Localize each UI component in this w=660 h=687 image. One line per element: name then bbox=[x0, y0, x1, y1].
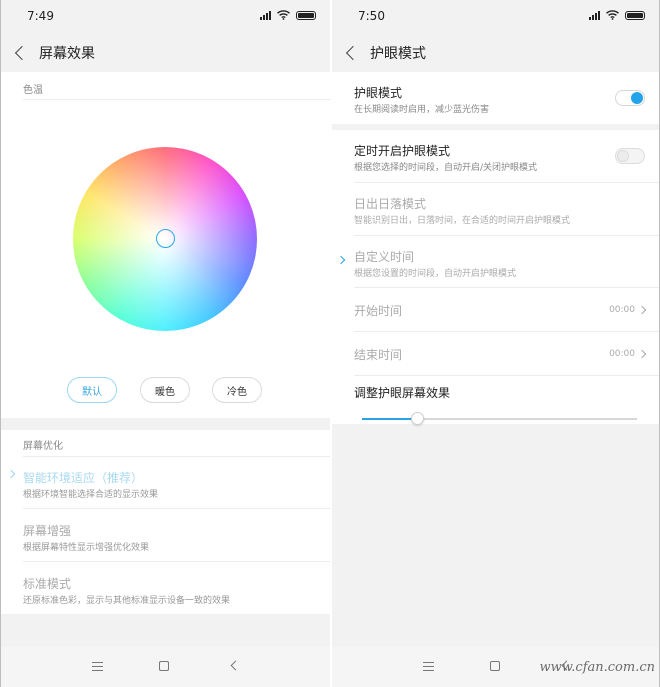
schedule-title: 定时开启护眼模式 bbox=[354, 144, 451, 158]
option-title: 屏幕增强 bbox=[23, 524, 72, 538]
page-header: 护眼模式 bbox=[332, 34, 659, 72]
schedule-card: 定时开启护眼模式 根据您选择的时间段，自动开启/关闭护眼模式 日出日落模式 智能… bbox=[332, 130, 659, 425]
schedule-subtitle: 根据您选择的时间段，自动开启/关闭护眼模式 bbox=[354, 163, 538, 173]
sunrise-sunset-row[interactable]: 日出日落模式 智能识别日出，日落时间，在合适的时间开启护眼模式 bbox=[332, 183, 659, 236]
eye-mode-subtitle: 在长期阅读时启用，减少蓝光伤害 bbox=[354, 105, 490, 115]
page-title: 屏幕效果 bbox=[39, 46, 95, 62]
battery-icon bbox=[625, 10, 645, 20]
start-time-label: 开始时间 bbox=[354, 304, 403, 318]
end-time-label: 结束时间 bbox=[354, 348, 403, 362]
option-title: 智能环境适应（推荐） bbox=[23, 471, 144, 485]
start-time-value: 00:00 bbox=[609, 305, 635, 315]
divider bbox=[23, 561, 330, 562]
eye-care-page: 7:50 护眼模式 护眼模式 在长期阅读时启用，减少蓝光伤害 定时开启护眼模式 … bbox=[332, 0, 659, 687]
menu-icon[interactable] bbox=[92, 662, 103, 671]
option-subtitle: 还原标准色彩，显示与其他标准显示设备一致的效果 bbox=[23, 596, 231, 606]
screen-optimization-card: 屏幕优化 智能环境适应（推荐） 根据环境智能选择合适的显示效果 屏幕增强 根据屏… bbox=[1, 430, 330, 614]
back-icon[interactable] bbox=[345, 45, 361, 61]
selected-chevron-icon bbox=[336, 255, 346, 265]
option-standard[interactable]: 标准模式 还原标准色彩，显示与其他标准显示设备一致的效果 bbox=[1, 563, 330, 615]
start-time-row[interactable]: 开始时间 00:00 bbox=[332, 288, 659, 332]
option-subtitle: 根据环境智能选择合适的显示效果 bbox=[23, 490, 159, 500]
status-bar: 7:50 bbox=[332, 0, 659, 34]
status-icons bbox=[260, 10, 316, 20]
screen-opt-label: 屏幕优化 bbox=[23, 441, 63, 452]
color-picker-handle[interactable] bbox=[156, 229, 175, 248]
slider-knob[interactable] bbox=[411, 412, 424, 425]
toggle-knob bbox=[631, 92, 643, 104]
back-icon[interactable] bbox=[14, 45, 30, 61]
watermark-text: www.cfan.com.cn bbox=[539, 660, 655, 675]
custom-title: 自定义时间 bbox=[354, 250, 415, 264]
page-header: 屏幕效果 bbox=[1, 34, 330, 72]
home-icon[interactable] bbox=[159, 661, 169, 671]
status-time: 7:50 bbox=[358, 9, 385, 23]
preset-default-button[interactable]: 默认 bbox=[67, 377, 117, 403]
wifi-icon bbox=[277, 10, 290, 20]
page-title: 护眼模式 bbox=[370, 46, 426, 62]
schedule-row[interactable]: 定时开启护眼模式 根据您选择的时间段，自动开启/关闭护眼模式 bbox=[332, 130, 659, 183]
menu-icon[interactable] bbox=[423, 662, 434, 671]
signal-icon bbox=[260, 10, 271, 20]
adjust-effect-row: 调整护眼屏幕效果 bbox=[332, 376, 659, 425]
option-title: 标准模式 bbox=[23, 577, 72, 591]
divider bbox=[23, 508, 330, 509]
nav-back-icon[interactable] bbox=[230, 660, 241, 671]
color-temp-presets: 默认 暖色 冷色 bbox=[1, 377, 330, 403]
divider bbox=[23, 99, 330, 100]
navigation-bar bbox=[1, 647, 330, 687]
adjust-label: 调整护眼屏幕效果 bbox=[354, 386, 451, 400]
color-temp-label: 色温 bbox=[23, 85, 43, 96]
status-bar: 7:49 bbox=[1, 0, 330, 34]
wifi-icon bbox=[606, 10, 619, 20]
eye-effect-slider[interactable] bbox=[362, 412, 637, 425]
sunset-title: 日出日落模式 bbox=[354, 197, 427, 211]
toggle-knob bbox=[617, 150, 629, 162]
custom-time-row[interactable]: 自定义时间 根据您设置的时间段，自动开启护眼模式 bbox=[332, 236, 659, 288]
status-icons bbox=[589, 10, 645, 20]
end-time-value: 00:00 bbox=[609, 349, 635, 359]
selected-chevron-icon bbox=[6, 469, 16, 479]
sunset-subtitle: 智能识别日出，日落时间，在合适的时间开启护眼模式 bbox=[354, 216, 571, 226]
custom-subtitle: 根据您设置的时间段，自动开启护眼模式 bbox=[354, 269, 517, 279]
option-enhance[interactable]: 屏幕增强 根据屏幕特性显示增强优化效果 bbox=[1, 510, 330, 562]
eye-mode-row[interactable]: 护眼模式 在长期阅读时启用，减少蓝光伤害 bbox=[332, 72, 659, 124]
schedule-toggle[interactable] bbox=[615, 148, 645, 164]
option-subtitle: 根据屏幕特性显示增强优化效果 bbox=[23, 543, 150, 553]
signal-icon bbox=[589, 10, 600, 20]
chevron-right-icon bbox=[637, 305, 647, 315]
end-time-row[interactable]: 结束时间 00:00 bbox=[332, 332, 659, 376]
option-smart-adapt[interactable]: 智能环境适应（推荐） 根据环境智能选择合适的显示效果 bbox=[1, 457, 330, 509]
color-wheel[interactable] bbox=[73, 147, 257, 331]
preset-warm-button[interactable]: 暖色 bbox=[140, 377, 190, 403]
chevron-right-icon bbox=[637, 349, 647, 359]
eye-mode-toggle[interactable] bbox=[615, 90, 645, 106]
status-time: 7:49 bbox=[27, 9, 54, 23]
screen-effect-page: 7:49 屏幕效果 色温 默认 暖色 冷色 屏幕优化 智能环境适应（推荐） 根据… bbox=[1, 0, 330, 687]
home-icon[interactable] bbox=[490, 661, 500, 671]
preset-cool-button[interactable]: 冷色 bbox=[212, 377, 262, 403]
slider-fill bbox=[362, 418, 417, 420]
navigation-bar: www.cfan.com.cn bbox=[332, 647, 659, 687]
eye-mode-title: 护眼模式 bbox=[354, 86, 403, 100]
battery-icon bbox=[296, 10, 316, 20]
